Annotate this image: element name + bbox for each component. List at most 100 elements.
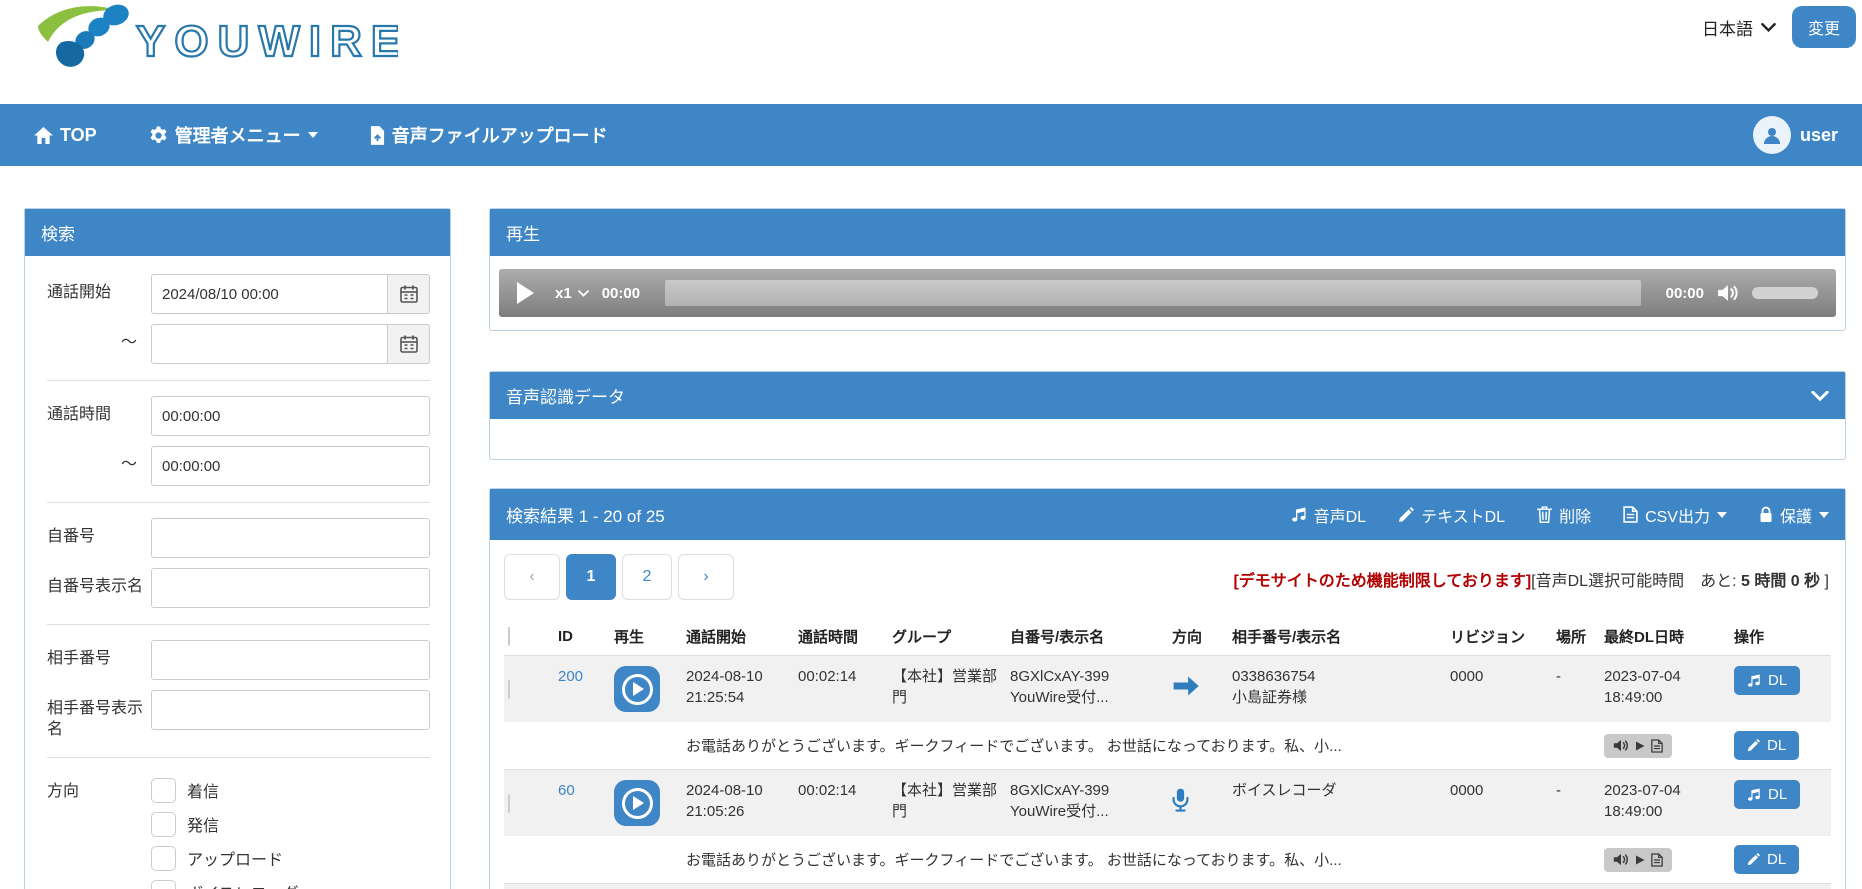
- table-row: 60 2024-08-10 21:05:26 00:02:14 【本社】営業部門 …: [504, 769, 1831, 836]
- pencil-icon: [1747, 739, 1760, 752]
- other-display-name-input[interactable]: [151, 690, 430, 730]
- table-row: 200 2024-08-10 21:25:54 00:02:14 【本社】営業部門…: [504, 655, 1831, 722]
- col-id: ID: [554, 616, 610, 656]
- checkbox-label: 着信: [187, 784, 220, 802]
- direction-outgoing-checkbox[interactable]: [151, 811, 176, 837]
- speed-selector[interactable]: x1: [555, 285, 589, 302]
- calendar-button[interactable]: [388, 324, 430, 364]
- audio-dl-row-button[interactable]: DL: [1734, 666, 1801, 695]
- pagination-page-1[interactable]: 1: [566, 554, 616, 600]
- dl-label: DL: [1767, 851, 1787, 868]
- recognition-panel-title: 音声認識データ: [506, 388, 625, 407]
- col-own-number: 自番号/表示名: [1006, 616, 1168, 656]
- audio-dl-button[interactable]: 音声DL: [1291, 503, 1366, 527]
- checkbox-label: アップロード: [187, 852, 284, 870]
- last-dl-date: 2023-07-04: [1604, 782, 1681, 799]
- text-dl-button[interactable]: テキストDL: [1398, 503, 1505, 527]
- user-avatar: [1752, 116, 1791, 154]
- row-play-button[interactable]: [614, 780, 660, 826]
- nav-admin-label: 管理者メニュー: [174, 126, 301, 146]
- nav-audio-upload[interactable]: 音声ファイルアップロード: [370, 122, 608, 148]
- direction-incoming-checkbox[interactable]: [151, 777, 176, 803]
- nav-top-label: TOP: [60, 124, 97, 145]
- location: -: [1552, 769, 1600, 836]
- row-play-button[interactable]: [614, 666, 660, 712]
- select-all-checkbox[interactable]: [508, 627, 510, 646]
- dl-label: DL: [1767, 737, 1787, 754]
- direction-outgoing-icon: [1172, 675, 1200, 697]
- speaker-icon: [1613, 853, 1629, 866]
- nav-user[interactable]: user: [1752, 116, 1838, 154]
- recognition-panel-header[interactable]: 音声認識データ: [490, 372, 1845, 419]
- own-number-input[interactable]: [151, 518, 430, 558]
- nav-upload-label: 音声ファイルアップロード: [391, 126, 608, 146]
- col-other-number: 相手番号/表示名: [1228, 616, 1446, 656]
- dl-time-prefix: [音声DL選択可能時間 あと:: [1531, 573, 1741, 590]
- divider: [47, 756, 430, 758]
- table-header-row: ID 再生 通話開始 通話時間 グループ 自番号/表示名 方向 相手番号/表示名…: [504, 616, 1831, 656]
- play-button[interactable]: [517, 282, 534, 304]
- other-number-label: 相手番号: [47, 650, 112, 667]
- direction-voicerecorder-checkbox[interactable]: [151, 879, 176, 889]
- protect-button[interactable]: 保護: [1759, 503, 1829, 527]
- call-start-to-input[interactable]: [151, 324, 388, 364]
- nav-admin-menu[interactable]: 管理者メニュー: [149, 122, 318, 148]
- divider: [47, 624, 430, 625]
- duration-from-input[interactable]: [151, 396, 430, 436]
- checkbox-label: ボイスレコーダー: [187, 880, 315, 889]
- file-text-icon: [1651, 853, 1663, 867]
- seek-bar[interactable]: [665, 280, 1641, 306]
- other-display-name-label: 相手番号表示名: [47, 700, 144, 738]
- direction-label: 方向: [47, 782, 80, 800]
- transcript-text: お電話ありがとうございます。ギークフィードでございます。 お世話になっております…: [682, 836, 1600, 884]
- direction-upload-checkbox[interactable]: [151, 845, 176, 871]
- own-display-name-input[interactable]: [151, 568, 430, 608]
- other-number-input[interactable]: [151, 640, 430, 680]
- transcript-row: お電話ありがとうございます。ギークフィードでございます。 お世話になっております…: [504, 722, 1831, 770]
- speaker-icon[interactable]: [1717, 284, 1739, 302]
- recognition-panel: 音声認識データ: [489, 371, 1846, 460]
- transcript-row: お電話ありがとうございます。ギークフィードでございます。 お世話になっております…: [504, 836, 1831, 884]
- file-text-icon: [1623, 506, 1638, 523]
- music-note-icon: [1291, 507, 1307, 523]
- trash-icon: [1537, 506, 1552, 523]
- music-note-icon: [1747, 788, 1761, 802]
- own-number: 8GXlCxAY-399: [1010, 668, 1110, 685]
- audio-dl-row-button[interactable]: DL: [1734, 780, 1801, 809]
- range-tilde: ～: [120, 456, 137, 473]
- youwire-wordmark: YOUWIRE: [136, 17, 398, 66]
- language-change-button[interactable]: 変更: [1791, 6, 1856, 48]
- volume-slider[interactable]: [1752, 287, 1818, 299]
- transcript-media-badge[interactable]: [1604, 733, 1672, 758]
- row-checkbox[interactable]: [508, 793, 510, 813]
- pagination-page-2[interactable]: 2: [622, 554, 672, 600]
- call-start-from-input[interactable]: [151, 274, 388, 314]
- youwire-logo[interactable]: YOUWIRE: [28, 2, 401, 77]
- transcript-media-badge[interactable]: [1604, 847, 1672, 872]
- nav-top[interactable]: TOP: [34, 125, 97, 146]
- text-dl-label: テキストDL: [1421, 508, 1506, 526]
- audio-dl-label: 音声DL: [1313, 508, 1367, 526]
- delete-button[interactable]: 削除: [1537, 503, 1591, 527]
- row-checkbox[interactable]: [508, 679, 510, 699]
- own-display-name: YouWire受付...: [1010, 803, 1109, 820]
- pencil-icon: [1747, 853, 1760, 866]
- file-text-icon: [1651, 739, 1663, 753]
- results-title: 検索結果 1 - 20 of 25: [506, 507, 665, 526]
- language-selector[interactable]: 日本語: [1702, 15, 1776, 40]
- csv-export-button[interactable]: CSV出力: [1623, 503, 1727, 527]
- divider: [47, 380, 430, 381]
- demo-restriction-text: [デモサイトのため機能制限しております]: [1233, 573, 1532, 590]
- text-dl-row-button[interactable]: DL: [1734, 731, 1800, 760]
- duration-to-input[interactable]: [151, 446, 430, 486]
- text-dl-row-button[interactable]: DL: [1734, 845, 1800, 874]
- delete-label: 削除: [1559, 508, 1592, 526]
- calendar-button[interactable]: [388, 274, 430, 314]
- language-label: 日本語: [1701, 19, 1753, 39]
- pagination-prev-button[interactable]: ‹: [504, 554, 560, 600]
- col-revision: リビジョン: [1446, 616, 1552, 656]
- pagination-next-button[interactable]: ›: [678, 554, 734, 600]
- revision: 0000: [1446, 883, 1552, 889]
- record-id-link[interactable]: 200: [558, 668, 583, 685]
- record-id-link[interactable]: 60: [558, 782, 575, 799]
